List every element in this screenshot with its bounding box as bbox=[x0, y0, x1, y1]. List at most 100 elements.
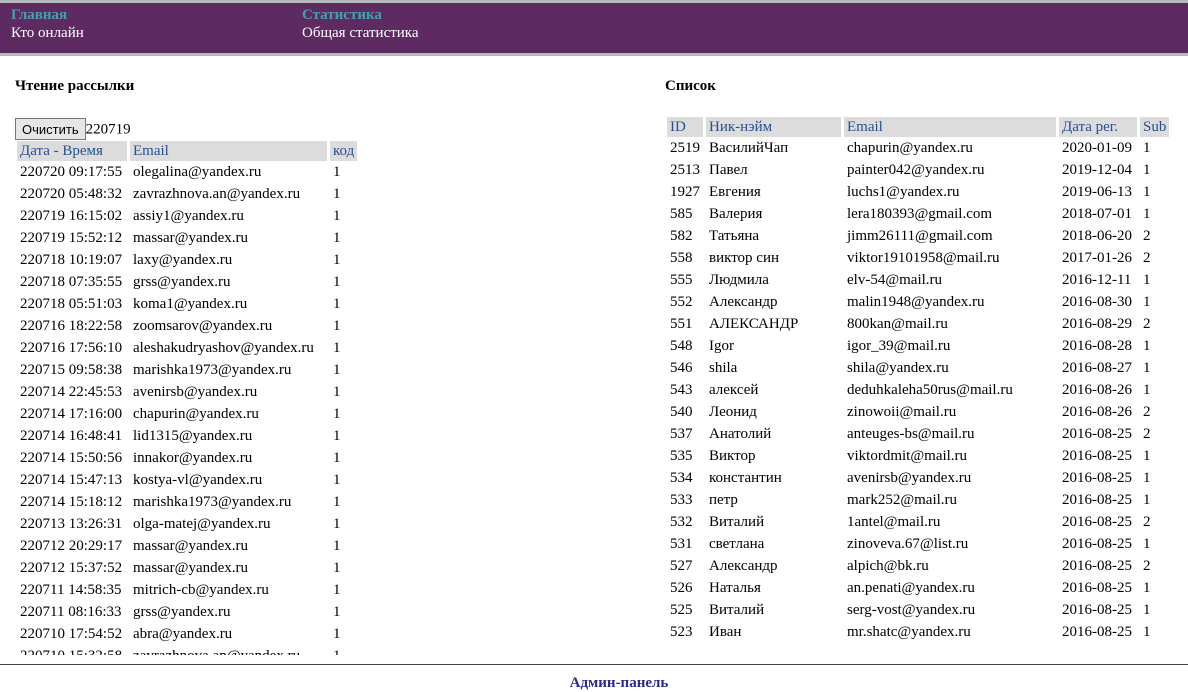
table-row: 220712 15:37:52 massar@yandex.ru 1 bbox=[17, 557, 357, 579]
user-list-pane[interactable]: ID Ник-нэйм Email Дата рег. Sub 2519 Васи… bbox=[665, 117, 1180, 662]
cell-code: 1 bbox=[333, 339, 341, 356]
nav-stats-link[interactable]: Статистика bbox=[302, 6, 419, 24]
cell-datetime: 220714 17:16:00 bbox=[20, 405, 123, 422]
cell-sub: 1 bbox=[1143, 491, 1151, 508]
cell-sub: 2 bbox=[1143, 403, 1151, 420]
mailing-read-title: Чтение рассылки bbox=[15, 78, 135, 94]
cell-reg-date: 2016-08-25 bbox=[1062, 557, 1132, 574]
nav-who-online-link[interactable]: Кто онлайн bbox=[11, 24, 84, 42]
table-row: 220714 15:50:56 innakor@yandex.ru 1 bbox=[17, 447, 357, 469]
nav-stats: Статистика Общая статистика bbox=[302, 6, 419, 42]
cell-id: 1927 bbox=[670, 183, 700, 200]
nav-main-link[interactable]: Главная bbox=[11, 6, 84, 24]
cell-datetime: 220713 13:26:31 bbox=[20, 515, 123, 532]
cell-code: 1 bbox=[333, 427, 341, 444]
cell-datetime: 220720 09:17:55 bbox=[20, 163, 123, 180]
cell-id: 523 bbox=[670, 623, 693, 640]
cell-nickname: ВасилийЧап bbox=[709, 139, 789, 156]
admin-panel-link[interactable]: Админ-панель bbox=[570, 675, 669, 692]
cell-sub: 1 bbox=[1143, 623, 1151, 640]
nav-general-stats-link[interactable]: Общая статистика bbox=[302, 24, 419, 42]
cell-id: 582 bbox=[670, 227, 693, 244]
col-datetime[interactable]: Дата - Время bbox=[17, 141, 127, 161]
cell-reg-date: 2016-12-11 bbox=[1062, 271, 1132, 288]
cell-nickname: петр bbox=[709, 491, 738, 508]
table-row: 551 АЛЕКСАНДР 800kan@mail.ru 2016-08-29 2 bbox=[667, 313, 1169, 335]
col-id[interactable]: ID bbox=[667, 117, 703, 137]
cell-code: 1 bbox=[333, 537, 341, 554]
cell-code: 1 bbox=[333, 449, 341, 466]
cell-datetime: 220712 20:29:17 bbox=[20, 537, 123, 554]
cell-nickname: shila bbox=[709, 359, 738, 376]
table-row: 220714 22:45:53 avenirsb@yandex.ru 1 bbox=[17, 381, 357, 403]
cell-email: grss@yandex.ru bbox=[133, 603, 231, 620]
col-code[interactable]: код bbox=[330, 141, 358, 161]
cell-reg-date: 2016-08-25 bbox=[1062, 579, 1132, 596]
cell-reg-date: 2018-06-20 bbox=[1062, 227, 1132, 244]
cell-id: 540 bbox=[670, 403, 693, 420]
cell-email: alpich@bk.ru bbox=[847, 557, 929, 574]
cell-email: 1antel@mail.ru bbox=[847, 513, 941, 530]
cell-sub: 1 bbox=[1143, 381, 1151, 398]
cell-reg-date: 2016-08-25 bbox=[1062, 447, 1132, 464]
cell-datetime: 220714 15:18:12 bbox=[20, 493, 123, 510]
cell-sub: 1 bbox=[1143, 183, 1151, 200]
table-row: 220711 08:16:33 grss@yandex.ru 1 bbox=[17, 601, 357, 623]
col-reg-date[interactable]: Дата рег. bbox=[1059, 117, 1137, 137]
cell-nickname: Иван bbox=[709, 623, 742, 640]
cell-id: 531 bbox=[670, 535, 693, 552]
cell-sub: 2 bbox=[1143, 249, 1151, 266]
mailing-read-pane[interactable]: Очистить 220719 Дата - Время Email код 22… bbox=[15, 110, 435, 655]
cell-nickname: Людмила bbox=[709, 271, 769, 288]
cell-nickname: Валерия bbox=[709, 205, 763, 222]
clear-button[interactable]: Очистить bbox=[15, 118, 86, 140]
cell-datetime: 220710 17:54:52 bbox=[20, 625, 123, 642]
cell-reg-date: 2016-08-27 bbox=[1062, 359, 1132, 376]
cell-datetime: 220716 18:22:58 bbox=[20, 317, 123, 334]
cell-sub: 1 bbox=[1143, 359, 1151, 376]
table-row: 535 Виктор viktordmit@mail.ru 2016-08-25 1 bbox=[667, 445, 1169, 467]
cell-reg-date: 2020-01-09 bbox=[1062, 139, 1132, 156]
col-email[interactable]: Email bbox=[844, 117, 1056, 137]
cell-nickname: Татьяна bbox=[709, 227, 760, 244]
top-nav: Главная Кто онлайн Статистика Общая стат… bbox=[0, 0, 1188, 56]
cell-email: 800kan@mail.ru bbox=[847, 315, 948, 332]
cell-reg-date: 2016-08-25 bbox=[1062, 623, 1132, 640]
table-row: 543 алексей deduhkaleha50rus@mail.ru 2016-0… bbox=[667, 379, 1169, 401]
table-row: 582 Татьяна jimm26111@gmail.com 2018-06-20 2 bbox=[667, 225, 1169, 247]
table-row: 2519 ВасилийЧап chapurin@yandex.ru 2020-01-… bbox=[667, 137, 1169, 159]
cell-code: 1 bbox=[333, 559, 341, 576]
cell-id: 535 bbox=[670, 447, 693, 464]
user-list-table: ID Ник-нэйм Email Дата рег. Sub 2519 Васи… bbox=[665, 117, 1172, 643]
footer: Админ-панель bbox=[0, 664, 1188, 692]
cell-datetime: 220718 07:35:55 bbox=[20, 273, 123, 290]
cell-nickname: константин bbox=[709, 469, 782, 486]
cell-email: an.penati@yandex.ru bbox=[847, 579, 975, 596]
list-title: Список bbox=[665, 78, 716, 94]
cell-datetime: 220714 22:45:53 bbox=[20, 383, 123, 400]
cell-id: 526 bbox=[670, 579, 693, 596]
cell-email: luchs1@yandex.ru bbox=[847, 183, 960, 200]
col-email[interactable]: Email bbox=[130, 141, 327, 161]
cell-email: olegalina@yandex.ru bbox=[133, 163, 262, 180]
cell-nickname: Александр bbox=[709, 557, 778, 574]
cell-email: elv-54@mail.ru bbox=[847, 271, 943, 288]
cell-code: 1 bbox=[333, 273, 341, 290]
cell-email: avenirsb@yandex.ru bbox=[133, 383, 258, 400]
cell-datetime: 220711 08:16:33 bbox=[20, 603, 122, 620]
cell-reg-date: 2018-07-01 bbox=[1062, 205, 1132, 222]
table-row: 558 виктор син viktor19101958@mail.ru 2017-… bbox=[667, 247, 1169, 269]
cell-email: deduhkaleha50rus@mail.ru bbox=[847, 381, 1013, 398]
col-nickname[interactable]: Ник-нэйм bbox=[706, 117, 841, 137]
nav-main: Главная Кто онлайн bbox=[11, 6, 84, 42]
cell-sub: 1 bbox=[1143, 601, 1151, 618]
cell-email: assiy1@yandex.ru bbox=[133, 207, 244, 224]
cell-sub: 2 bbox=[1143, 557, 1151, 574]
cell-email: zinowoii@mail.ru bbox=[847, 403, 957, 420]
cell-datetime: 220716 17:56:10 bbox=[20, 339, 123, 356]
col-sub[interactable]: Sub bbox=[1140, 117, 1170, 137]
cell-email: marishka1973@yandex.ru bbox=[133, 361, 292, 378]
cell-code: 1 bbox=[333, 581, 341, 598]
table-row: 220714 16:48:41 lid1315@yandex.ru 1 bbox=[17, 425, 357, 447]
cell-email: marishka1973@yandex.ru bbox=[133, 493, 292, 510]
